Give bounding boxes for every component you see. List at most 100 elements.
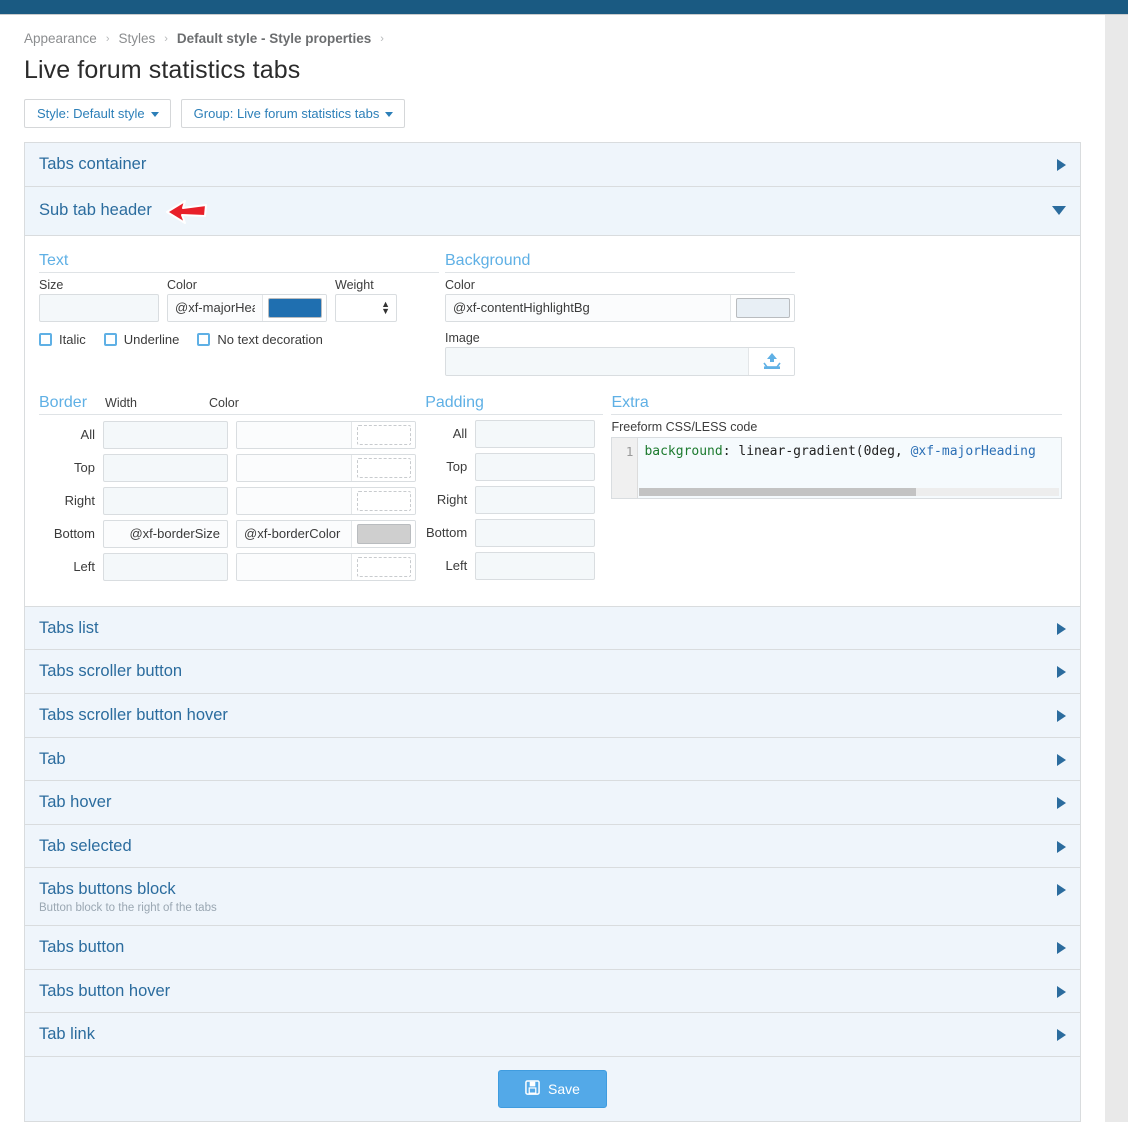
border-width-input-top[interactable]: [103, 454, 228, 482]
scrollbar-thumb[interactable]: [639, 488, 916, 496]
accordion-title: Tab hover: [39, 792, 111, 813]
chevron-right-icon[interactable]: [1057, 666, 1066, 678]
accordion-row-tab-link[interactable]: Tab link: [25, 1013, 1080, 1057]
border-color-swatch-button-left[interactable]: [351, 554, 415, 580]
accordion-title: Tabs scroller button hover: [39, 705, 228, 726]
text-size-input[interactable]: [39, 294, 159, 322]
border-width-input-right[interactable]: [103, 487, 228, 515]
border-row-label: Top: [39, 460, 95, 475]
code-line-number: 1: [612, 438, 638, 498]
chevron-right-icon[interactable]: [1057, 1029, 1066, 1041]
checkbox-underline[interactable]: Underline: [104, 332, 180, 347]
save-button[interactable]: Save: [498, 1070, 607, 1108]
chevron-right-icon[interactable]: [1057, 159, 1066, 171]
text-color-input[interactable]: [168, 295, 262, 321]
padding-row-label: Bottom: [425, 525, 467, 540]
border-color-input-left[interactable]: [237, 554, 351, 580]
accordion-row-tab-selected[interactable]: Tab selected: [25, 825, 1080, 869]
background-color-input[interactable]: [446, 295, 730, 321]
chevron-right-icon[interactable]: [1057, 884, 1066, 896]
padding-input-all[interactable]: [475, 420, 595, 448]
accordion-row-tabs-scroller-button[interactable]: Tabs scroller button: [25, 650, 1080, 694]
code-token-punctuation: : linear-gradient(0deg,: [723, 444, 911, 459]
border-row-top: Top: [39, 454, 425, 482]
padding-input-bottom[interactable]: [475, 519, 595, 547]
checkbox-underline-label: Underline: [124, 332, 180, 347]
border-color-input-top[interactable]: [237, 455, 351, 481]
accordion-title: Tabs scroller button: [39, 661, 182, 682]
breadcrumb-item-styles[interactable]: Styles: [118, 31, 155, 46]
border-width-input-all[interactable]: [103, 421, 228, 449]
border-color-input-all[interactable]: [237, 422, 351, 448]
text-color-label: Color: [167, 278, 327, 292]
accordion-row-sub-tab-header[interactable]: Sub tab header: [25, 187, 1080, 236]
accordion-row-tabs-scroller-button-hover[interactable]: Tabs scroller button hover: [25, 694, 1080, 738]
accordion-row-tabs-container[interactable]: Tabs container: [25, 143, 1080, 187]
border-color-swatch: [357, 491, 411, 511]
group-selector-button[interactable]: Group: Live forum statistics tabs: [181, 99, 406, 128]
border-color-swatch: [357, 524, 411, 544]
background-color-swatch-button[interactable]: [730, 295, 794, 321]
breadcrumb-separator-icon: ›: [106, 33, 110, 45]
breadcrumb-item-appearance[interactable]: Appearance: [24, 31, 97, 46]
checkbox-no-text-decoration[interactable]: No text decoration: [197, 332, 323, 347]
save-button-label: Save: [548, 1081, 580, 1097]
padding-input-right[interactable]: [475, 486, 595, 514]
border-width-input-bottom[interactable]: [103, 520, 228, 548]
text-weight-label: Weight: [335, 278, 397, 292]
border-color-input-right[interactable]: [237, 488, 351, 514]
padding-row-right: Right: [425, 486, 603, 514]
page-title: Live forum statistics tabs: [24, 56, 1105, 85]
border-color-swatch-button-right[interactable]: [351, 488, 415, 514]
background-image-label: Image: [445, 331, 795, 345]
chevron-right-icon[interactable]: [1057, 942, 1066, 954]
accordion-title: Tab selected: [39, 836, 132, 857]
border-color-combo-top: [236, 454, 416, 482]
border-color-input-bottom[interactable]: [237, 521, 351, 547]
chevron-down-icon[interactable]: [1052, 206, 1066, 215]
breadcrumb-item-style-properties[interactable]: Default style - Style properties: [177, 31, 371, 46]
chevron-right-icon[interactable]: [1057, 797, 1066, 809]
padding-input-left[interactable]: [475, 552, 595, 580]
border-color-swatch-button-top[interactable]: [351, 455, 415, 481]
upload-icon[interactable]: [748, 348, 794, 375]
border-color-swatch-button-all[interactable]: [351, 422, 415, 448]
border-color-swatch-button-bottom[interactable]: [351, 521, 415, 547]
text-size-label: Size: [39, 278, 159, 292]
accordion-title: Tabs button hover: [39, 981, 170, 1002]
code-horizontal-scrollbar[interactable]: [639, 488, 1059, 496]
text-color-swatch: [268, 298, 322, 318]
border-color-combo-all: [236, 421, 416, 449]
group-selector-label: Group: Live forum statistics tabs: [194, 107, 380, 120]
chevron-right-icon[interactable]: [1057, 841, 1066, 853]
text-decoration-checkboxes: Italic Underline No text decoration: [39, 332, 439, 347]
border-row-bottom: Bottom: [39, 520, 425, 548]
background-section: Background Color Image: [445, 252, 795, 376]
accordion-row-tabs-button-hover[interactable]: Tabs button hover: [25, 970, 1080, 1014]
text-color-swatch-button[interactable]: [262, 295, 326, 321]
checkbox-italic[interactable]: Italic: [39, 332, 86, 347]
accordion-title: Tabs container: [39, 154, 146, 175]
chevron-right-icon[interactable]: [1057, 986, 1066, 998]
accordion-row-tabs-buttons-block[interactable]: Tabs buttons blockButton block to the ri…: [25, 868, 1080, 926]
border-width-input-left[interactable]: [103, 553, 228, 581]
red-arrow-annotation-icon: [164, 198, 208, 224]
checkbox-box-icon: [39, 333, 52, 346]
background-image-input[interactable]: [446, 348, 748, 375]
accordion-row-tab-hover[interactable]: Tab hover: [25, 781, 1080, 825]
accordion-row-tabs-list[interactable]: Tabs list: [25, 607, 1080, 651]
padding-row-label: Right: [425, 492, 467, 507]
chevron-right-icon[interactable]: [1057, 623, 1066, 635]
checkbox-no-text-decoration-label: No text decoration: [217, 332, 323, 347]
style-selector-button[interactable]: Style: Default style: [24, 99, 171, 128]
accordion-title: Tab link: [39, 1024, 95, 1045]
accordion-row-tabs-button[interactable]: Tabs button: [25, 926, 1080, 970]
chevron-right-icon[interactable]: [1057, 710, 1066, 722]
checkbox-box-icon: [104, 333, 117, 346]
code-editor[interactable]: 1 background: linear-gradient(0deg, @xf-…: [611, 437, 1062, 499]
chevron-right-icon[interactable]: [1057, 754, 1066, 766]
breadcrumb: Appearance › Styles › Default style - St…: [0, 15, 1105, 46]
text-weight-select[interactable]: [335, 294, 397, 322]
padding-input-top[interactable]: [475, 453, 595, 481]
accordion-row-tab[interactable]: Tab: [25, 738, 1080, 782]
